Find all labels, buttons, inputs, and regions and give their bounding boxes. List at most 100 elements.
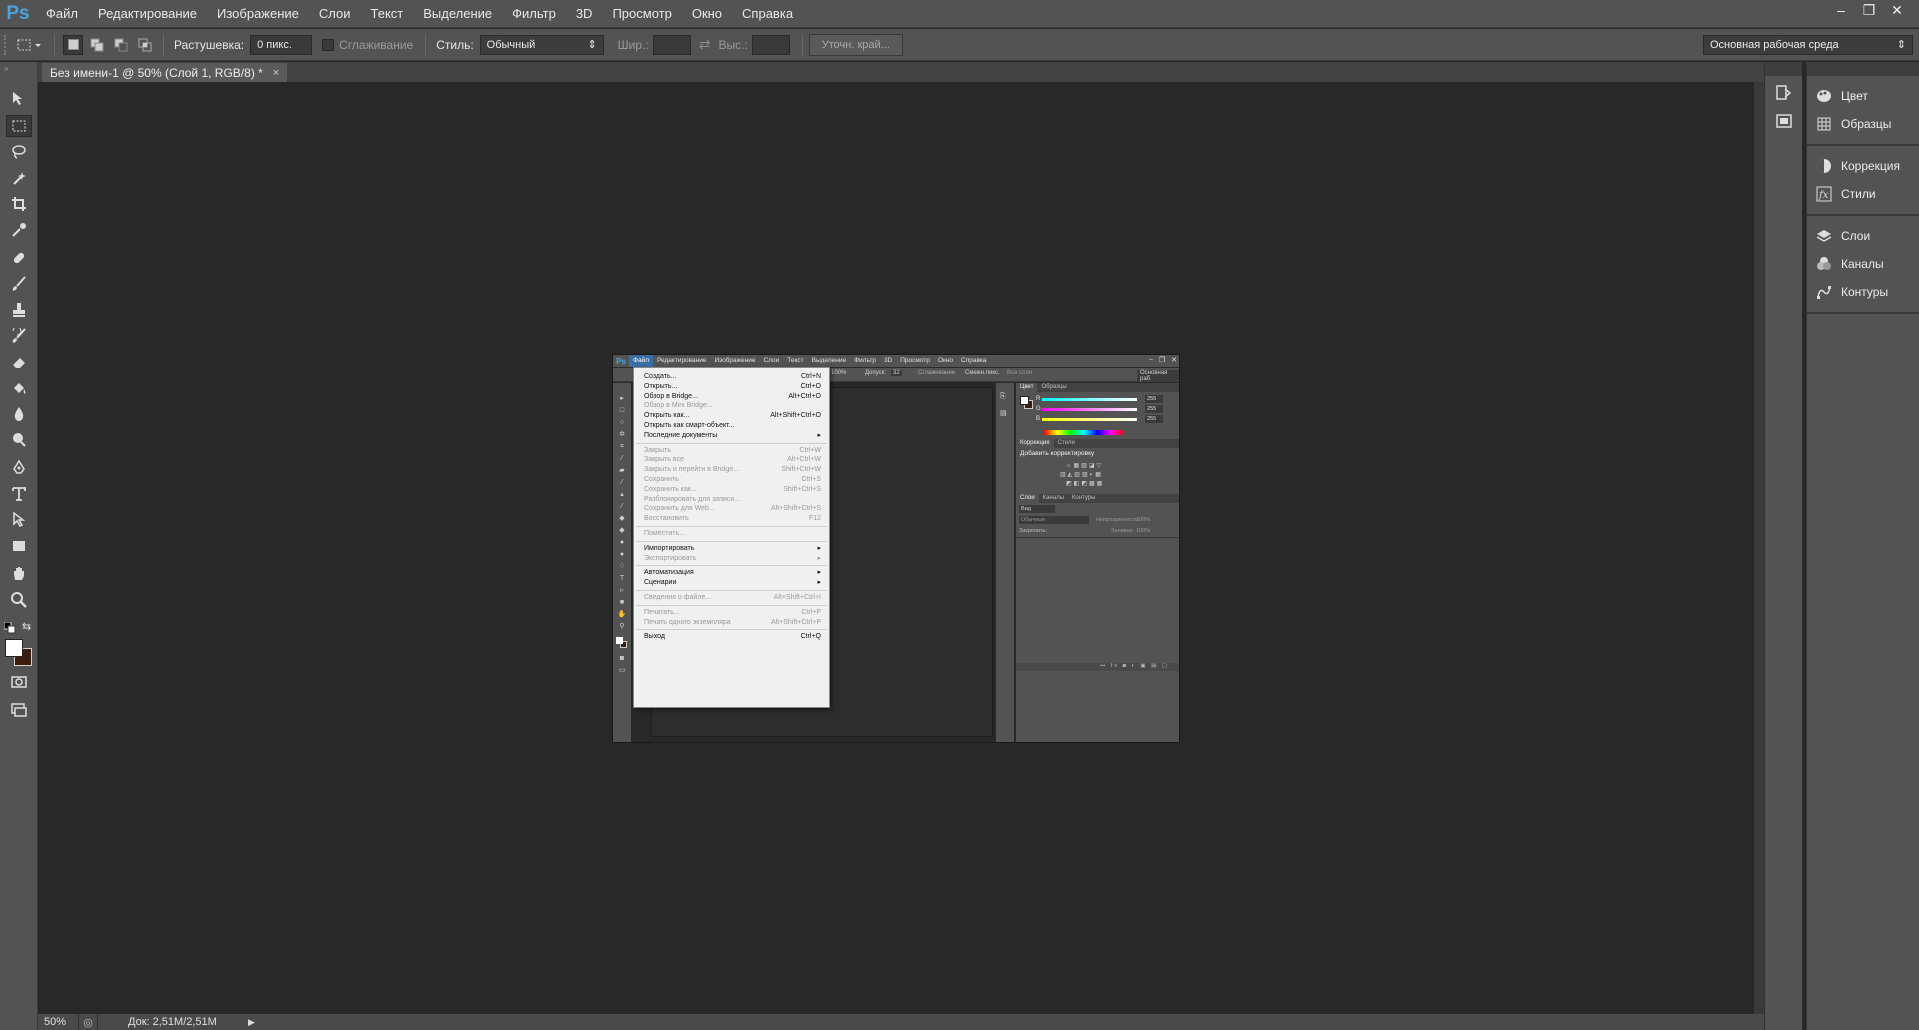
menu-file[interactable]: Файл xyxy=(36,0,88,28)
window-controls: – ❐ ✕ xyxy=(1827,0,1911,20)
mini-file-menu-item-shortcut: Shift+Ctrl+W xyxy=(781,466,821,474)
height-label: Выс.: xyxy=(718,37,748,52)
subtract-selection-icon[interactable] xyxy=(111,35,131,55)
toolbox-collapse-icon[interactable]: » xyxy=(4,64,34,73)
mini-menu-edit: Редактирование xyxy=(656,357,707,364)
menu-text[interactable]: Текст xyxy=(361,0,414,28)
menu-help[interactable]: Справка xyxy=(732,0,803,28)
close-button[interactable]: ✕ xyxy=(1883,0,1911,20)
mini-menu-3d: 3D xyxy=(883,357,893,364)
lasso-tool-icon[interactable] xyxy=(6,141,32,163)
panel-dock: Цвет Образцы Коррекция fx Стили Слои Кан… xyxy=(1806,62,1919,1030)
antialias-checkbox[interactable] xyxy=(322,38,335,51)
mini-file-menu-item-shortcut: Alt+Ctrl+W xyxy=(787,456,821,464)
mini-file-menu-item: Сценарии ▸ xyxy=(644,578,821,588)
mini-file-menu-item: Обзор в Bridge... Alt+Ctrl+O xyxy=(644,392,821,402)
mini-file-menu-item-shortcut: Ctrl+N xyxy=(800,373,821,380)
panel-swatches-button[interactable]: Образцы xyxy=(1807,110,1919,138)
quick-mask-icon[interactable] xyxy=(6,671,32,693)
mini-adjust-panel: Добавить корректировку ☼▦▨◪▽ ▥◭▥▧◐▦ ◩◧◩▩… xyxy=(1016,448,1179,494)
panel-paths-label: Контуры xyxy=(1841,285,1889,299)
mini-file-menu-item: Сохранить как... Shift+Ctrl+S xyxy=(644,485,821,495)
paint-bucket-tool-icon[interactable] xyxy=(6,377,32,399)
workspace-value: Основная рабочая среда xyxy=(1710,38,1839,51)
brush-tool-icon[interactable] xyxy=(6,273,32,295)
zoom-level[interactable]: 50% xyxy=(38,1016,78,1028)
screen-mode-icon[interactable] xyxy=(6,699,32,721)
status-menu-arrow-icon[interactable]: ▶ xyxy=(248,1017,255,1028)
mini-file-menu-separator xyxy=(636,565,827,567)
mini-file-menu-item-label: Печать одного экземпляра xyxy=(644,618,731,626)
mini-slider-b-label: B xyxy=(1036,416,1041,422)
intersect-selection-icon[interactable] xyxy=(135,35,155,55)
clone-stamp-tool-icon[interactable] xyxy=(6,299,32,321)
width-input[interactable] xyxy=(652,34,691,55)
mini-history-brush-icon: ⁄ xyxy=(621,503,623,510)
tab-close-icon[interactable]: × xyxy=(273,67,279,79)
healing-brush-tool-icon[interactable] xyxy=(6,247,32,269)
mini-tab-layers: Слои xyxy=(1016,494,1039,503)
refine-edge-button[interactable]: Уточн. край... xyxy=(808,33,903,56)
menu-bar: Ps Файл Редактирование Изображение Слои … xyxy=(0,0,1919,28)
minimize-button[interactable]: – xyxy=(1827,0,1855,20)
crop-tool-icon[interactable] xyxy=(6,193,32,215)
dodge-tool-icon[interactable] xyxy=(6,429,32,451)
new-selection-icon[interactable] xyxy=(63,34,83,55)
canvas-area[interactable]: Ps Файл Редактирование Изображение Слои … xyxy=(38,82,1764,1014)
history-panel-icon[interactable] xyxy=(1775,84,1793,102)
mini-antialias: Сглаживание xyxy=(918,370,956,376)
mini-slider-r-bar xyxy=(1042,397,1137,401)
document-canvas[interactable]: Ps Файл Редактирование Изображение Слои … xyxy=(612,354,1180,743)
add-selection-icon[interactable] xyxy=(87,35,107,55)
hand-tool-icon[interactable] xyxy=(6,563,32,585)
menu-layers[interactable]: Слои xyxy=(309,0,361,28)
menu-image[interactable]: Изображение xyxy=(207,0,309,28)
blur-tool-icon[interactable] xyxy=(6,403,32,425)
pen-tool-icon[interactable] xyxy=(6,457,32,479)
panel-paths-button[interactable]: Контуры xyxy=(1807,278,1919,306)
canvas-vertical-scrollbar[interactable] xyxy=(1754,82,1764,1014)
panel-adjustments-button[interactable]: Коррекция xyxy=(1807,152,1919,180)
mini-file-menu-item-label: Открыть как смарт-объект... xyxy=(644,422,735,429)
panel-channels-button[interactable]: Каналы xyxy=(1807,250,1919,278)
mini-layers-divider xyxy=(1016,537,1179,538)
panel-color-button[interactable]: Цвет xyxy=(1807,82,1919,110)
move-tool-icon[interactable] xyxy=(6,88,32,110)
marquee-tool-preset-icon[interactable] xyxy=(10,33,48,57)
menu-edit[interactable]: Редактирование xyxy=(88,0,207,28)
document-tab[interactable]: Без имени-1 @ 50% (Слой 1, RGB/8) * × xyxy=(42,63,288,82)
mini-tolerance-value: 32 xyxy=(891,370,902,376)
restore-button[interactable]: ❐ xyxy=(1855,0,1883,20)
menu-3d[interactable]: 3D xyxy=(566,0,603,28)
type-tool-icon[interactable] xyxy=(6,483,32,505)
menu-select[interactable]: Выделение xyxy=(413,0,502,28)
style-select[interactable]: Обычный ⇕ xyxy=(479,34,604,55)
mini-shape-tool-icon: ■ xyxy=(619,599,625,606)
menu-view[interactable]: Просмотр xyxy=(602,0,681,28)
mini-tab-swatches: Образцы xyxy=(1041,384,1067,390)
eyedropper-tool-icon[interactable] xyxy=(6,219,32,241)
menu-filter[interactable]: Фильтр xyxy=(502,0,566,28)
properties-panel-icon[interactable] xyxy=(1775,112,1793,130)
swap-dimensions-icon[interactable]: ⇄ xyxy=(699,36,711,53)
status-share-icon[interactable]: ◎ xyxy=(78,1014,98,1030)
panel-layers-button[interactable]: Слои xyxy=(1807,222,1919,250)
foreground-color-swatch[interactable] xyxy=(5,639,23,657)
feather-input[interactable]: 0 пикс. xyxy=(250,34,313,55)
eraser-tool-icon[interactable] xyxy=(6,351,32,373)
swap-colors-icon[interactable]: ⇆ xyxy=(22,620,31,633)
default-colors-icon[interactable] xyxy=(3,621,16,634)
height-input[interactable] xyxy=(751,34,790,55)
history-brush-tool-icon[interactable] xyxy=(6,325,32,347)
rectangle-tool-icon[interactable] xyxy=(6,535,32,557)
mini-file-menu-item-label: Автоматизация xyxy=(644,569,694,577)
workspace-select[interactable]: Основная рабочая среда ⇕ xyxy=(1703,34,1913,55)
magic-wand-tool-icon[interactable] xyxy=(6,167,32,189)
panel-styles-button[interactable]: fx Стили xyxy=(1807,180,1919,208)
menu-window[interactable]: Окно xyxy=(682,0,732,28)
mini-tolerance-label: Допуск: xyxy=(865,370,886,376)
mini-file-menu-item: Сохранить для Web... Alt+Shift+Ctrl+S xyxy=(644,504,821,514)
zoom-tool-icon[interactable] xyxy=(6,589,32,611)
rect-marquee-tool-icon[interactable] xyxy=(6,115,32,137)
path-selection-tool-icon[interactable] xyxy=(6,509,32,531)
